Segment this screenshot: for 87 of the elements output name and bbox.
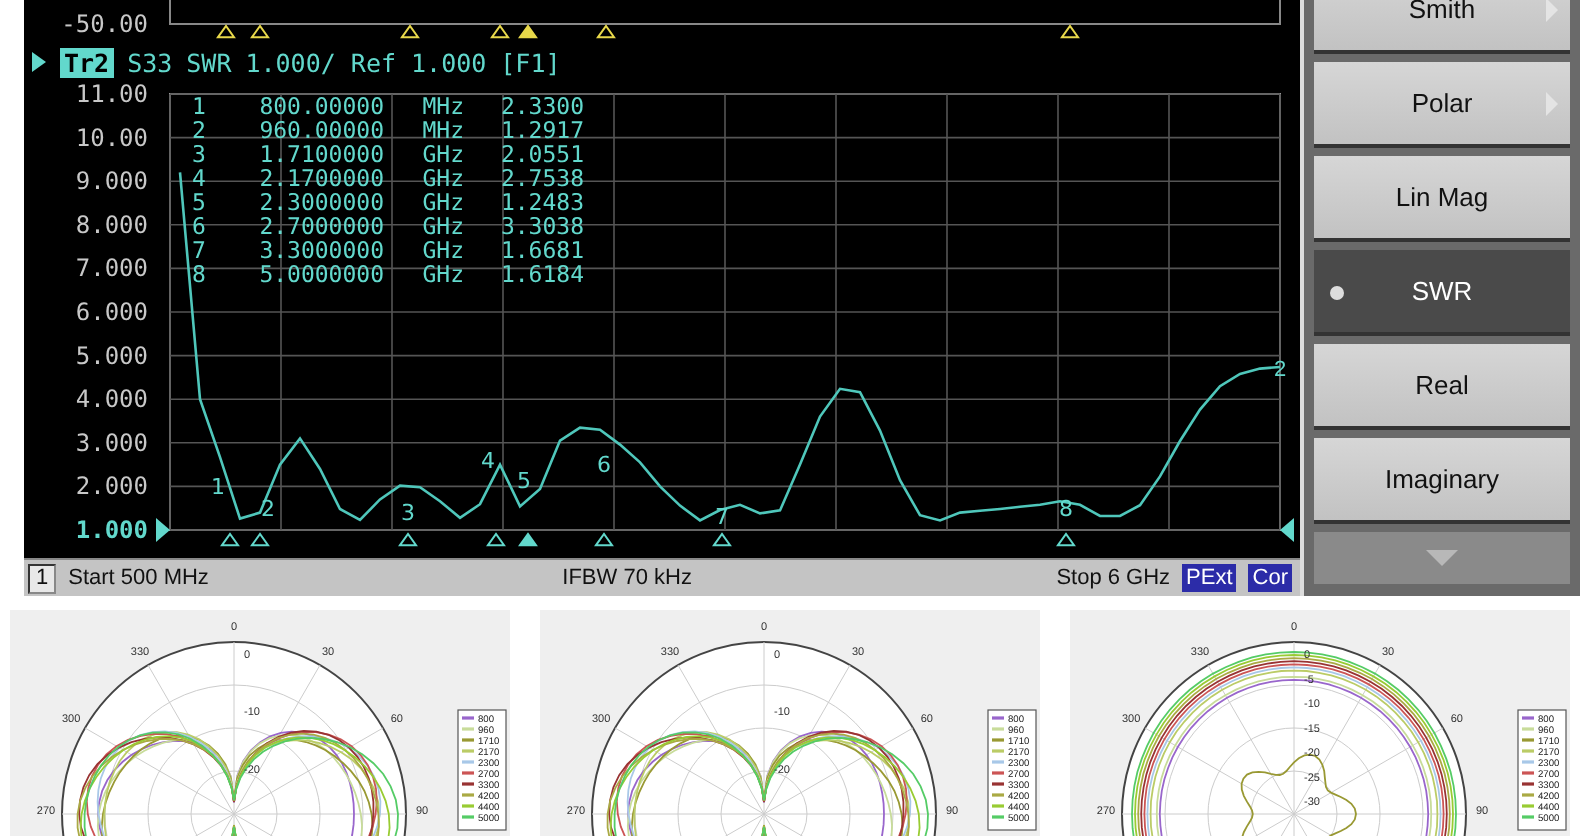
y-axis-label: 6.000 <box>75 298 148 326</box>
softkey-button[interactable]: Lin Mag <box>1314 156 1570 242</box>
marker-number: 4 <box>481 448 495 474</box>
softkey-button[interactable]: Imaginary <box>1314 438 1570 524</box>
y-axis-label: 9.000 <box>75 167 148 196</box>
marker-number: 1 <box>192 94 208 118</box>
marker-unit: GHz <box>420 214 464 238</box>
marker-number: 3 <box>192 142 208 166</box>
y-axis-label: 2.000 <box>75 472 148 501</box>
axis-label: -50.00 <box>61 10 148 38</box>
active-trace-icon <box>32 52 46 72</box>
marker-value: 3.3038 <box>498 214 584 238</box>
marker-number: 1 <box>211 474 225 500</box>
marker-unit: GHz <box>420 238 464 262</box>
marker-frequency: 960.00000 <box>257 118 384 142</box>
status-badge: PExt <box>1182 564 1237 592</box>
marker-number: 2 <box>192 118 208 142</box>
marker-value: 2.0551 <box>498 142 584 166</box>
y-axis-label: 10.00 <box>75 123 148 152</box>
marker-number: 3 <box>401 500 415 526</box>
y-axis-label: 7.000 <box>75 254 148 283</box>
selected-dot-icon <box>1330 286 1344 300</box>
marker-triangle-icon <box>1056 532 1076 547</box>
scroll-down-button[interactable] <box>1314 532 1570 584</box>
marker-number: 5 <box>517 468 531 494</box>
submenu-arrow-icon <box>1546 91 1558 115</box>
marker-unit: GHz <box>420 190 464 214</box>
softkey-button[interactable]: Polar <box>1314 62 1570 148</box>
marker-frequency: 2.3000000 <box>257 190 384 214</box>
y-axis-label: 8.000 <box>75 210 148 239</box>
status-badge: Cor <box>1248 564 1293 592</box>
marker-triangle-icon <box>596 24 616 39</box>
marker-triangle-icon <box>400 24 420 39</box>
marker-number: 5 <box>192 190 208 214</box>
trace-end-label: 2 <box>1274 358 1287 382</box>
legend-box <box>457 709 507 831</box>
marker-unit: GHz <box>420 166 464 190</box>
marker-frequency: 2.1700000 <box>257 166 384 190</box>
legend-box <box>1517 709 1567 831</box>
marker-unit: MHz <box>420 118 464 142</box>
down-arrow-icon <box>1426 550 1458 566</box>
marker-frequency: 2.7000000 <box>257 214 384 238</box>
legend-box <box>987 709 1037 831</box>
marker-value: 1.2483 <box>498 190 584 214</box>
marker-number: 7 <box>192 238 208 262</box>
parameter-label: S33 <box>127 47 173 77</box>
function-label: [F1] <box>500 47 561 77</box>
marker-number: 7 <box>715 504 729 530</box>
marker-number: 6 <box>192 214 208 238</box>
trace-label: Tr2 <box>60 47 114 77</box>
marker-unit: MHz <box>420 94 464 118</box>
reference-marker-icon <box>156 518 170 542</box>
marker-triangle-icon <box>398 532 418 547</box>
marker-frequency: 5.0000000 <box>257 262 384 286</box>
marker-value: 2.7538 <box>498 166 584 190</box>
marker-number: 8 <box>1059 496 1073 522</box>
marker-triangle-icon <box>712 532 732 547</box>
stop-frequency: Stop 6 GHz <box>1056 566 1171 590</box>
y-axis-label: 4.000 <box>75 385 148 414</box>
marker-value: 1.6184 <box>498 262 584 286</box>
marker-triangle-icon <box>594 532 614 547</box>
marker-value: 1.6681 <box>498 238 584 262</box>
softkey-button[interactable]: Real <box>1314 344 1570 430</box>
scale-label: 1.000/ Ref 1.000 <box>245 47 487 77</box>
channel-number: 1 <box>28 563 57 593</box>
y-axis-label: 5.000 <box>75 341 148 370</box>
marker-number: 6 <box>597 452 611 478</box>
submenu-arrow-icon <box>1546 0 1558 21</box>
softkey-button[interactable]: SWR <box>1314 250 1570 336</box>
y-axis-label: 3.000 <box>75 428 148 457</box>
y-axis-label: 1.000 <box>75 516 148 544</box>
start-frequency: Start 500 MHz <box>68 566 211 590</box>
marker-value: 2.3300 <box>498 94 584 118</box>
format-label: SWR <box>186 47 232 77</box>
marker-frequency: 1.7100000 <box>257 142 384 166</box>
marker-unit: GHz <box>420 262 464 286</box>
marker-frequency: 800.00000 <box>257 94 384 118</box>
reference-marker-icon <box>1280 518 1294 542</box>
marker-unit: GHz <box>420 142 464 166</box>
marker-number: 2 <box>261 496 275 522</box>
marker-number: 4 <box>192 166 208 190</box>
ifbw-label: IFBW 70 kHz <box>562 566 694 590</box>
marker-value: 1.2917 <box>498 118 584 142</box>
y-axis-label: 11.00 <box>75 80 148 108</box>
marker-frequency: 3.3000000 <box>257 238 384 262</box>
marker-triangle-icon <box>1060 24 1080 39</box>
marker-number: 8 <box>192 262 208 286</box>
